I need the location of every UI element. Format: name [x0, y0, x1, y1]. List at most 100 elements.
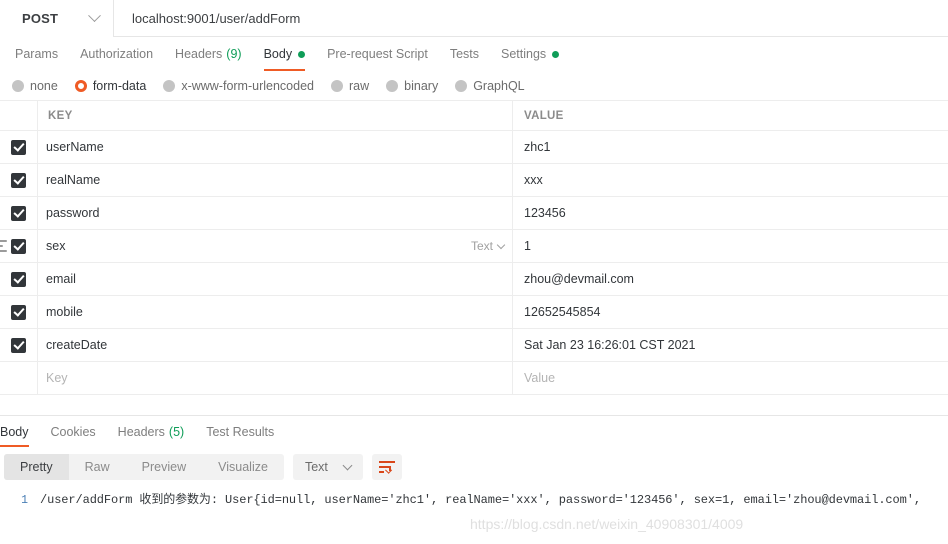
body-type-binary[interactable]: binary — [386, 79, 438, 93]
row-type-dropdown[interactable]: Text — [470, 239, 506, 253]
tab-body[interactable]: Body — [253, 37, 317, 71]
format-pretty-button[interactable]: Pretty — [4, 454, 69, 480]
table-row-hovered[interactable]: sex Text 1 — [0, 230, 948, 263]
checkbox-icon[interactable] — [11, 337, 26, 353]
row-key-text: mobile — [46, 305, 83, 319]
checkbox-icon[interactable] — [11, 304, 26, 320]
row-checkbox-cell[interactable] — [0, 197, 38, 229]
row-checkbox-cell[interactable] — [0, 131, 38, 163]
tab-headers[interactable]: Headers (9) — [164, 37, 253, 71]
body-type-graphql[interactable]: GraphQL — [455, 79, 525, 93]
postman-request-window: POST localhost:9001/user/addForm Params … — [0, 0, 948, 544]
row-value-input[interactable]: Sat Jan 23 16:26:01 CST 2021 — [513, 329, 948, 361]
row-key-input[interactable]: realName — [38, 164, 513, 196]
tab-params[interactable]: Params — [4, 37, 69, 71]
checkbox-icon[interactable] — [11, 271, 26, 287]
table-row[interactable]: userName zhc1 — [0, 131, 948, 164]
radio-icon — [163, 79, 176, 92]
tab-settings[interactable]: Settings — [490, 37, 570, 71]
checkbox-icon[interactable] — [11, 172, 26, 188]
body-type-none[interactable]: none — [12, 79, 58, 93]
row-key-text: createDate — [46, 338, 108, 352]
row-checkbox-cell — [0, 362, 38, 394]
url-bar: POST localhost:9001/user/addForm — [0, 0, 948, 37]
row-value-input[interactable]: 123456 — [513, 197, 948, 229]
tab-label: Headers — [175, 47, 223, 61]
table-header-row: KEY VALUE — [0, 101, 948, 131]
row-key-text: realName — [46, 173, 101, 187]
table-row[interactable]: createDate Sat Jan 23 16:26:01 CST 2021 — [0, 329, 948, 362]
new-row-key-input[interactable]: Key — [38, 362, 513, 394]
format-visualize-button[interactable]: Visualize — [202, 454, 284, 480]
row-value-input[interactable]: 1 — [513, 230, 948, 262]
body-type-x-www-form-urlencoded[interactable]: x-www-form-urlencoded — [163, 79, 314, 93]
chevron-down-icon — [496, 240, 506, 250]
checkbox-icon[interactable] — [11, 139, 26, 155]
format-raw-button[interactable]: Raw — [69, 454, 126, 480]
http-method-dropdown[interactable]: POST — [0, 0, 114, 37]
body-type-form-data[interactable]: form-data — [74, 79, 146, 93]
row-key-text: userName — [46, 140, 104, 154]
row-key-input[interactable]: password — [38, 197, 513, 229]
request-tab-bar: Params Authorization Headers (9) Body Pr… — [0, 37, 948, 71]
response-tab-body[interactable]: Body — [0, 416, 40, 447]
row-checkbox-cell[interactable] — [0, 164, 38, 196]
radio-icon — [331, 79, 343, 92]
row-checkbox-cell[interactable] — [0, 296, 38, 328]
tab-label: Settings — [501, 47, 547, 61]
tab-label: Body — [263, 47, 293, 61]
format-preview-button[interactable]: Preview — [126, 454, 202, 480]
table-row[interactable]: password 123456 — [0, 197, 948, 230]
radio-icon — [74, 79, 87, 92]
drag-handle-icon[interactable] — [0, 240, 8, 252]
row-checkbox-cell[interactable] — [0, 329, 38, 361]
pane-splitter[interactable] — [0, 395, 948, 416]
row-key-input[interactable]: email — [38, 263, 513, 295]
table-row[interactable]: mobile 12652545854 — [0, 296, 948, 329]
row-key-text: sex — [46, 239, 66, 253]
column-header-key: KEY — [38, 101, 513, 130]
radio-icon — [455, 79, 468, 92]
checkbox-icon[interactable] — [11, 238, 26, 254]
tab-label: Authorization — [80, 47, 154, 61]
word-wrap-button[interactable] — [371, 454, 402, 480]
response-body-text: /user/addForm 收到的参数为: User{id=null, user… — [40, 493, 921, 507]
checkbox-icon[interactable] — [11, 205, 26, 221]
tab-pre-request-script[interactable]: Pre-request Script — [316, 37, 439, 71]
row-key-text: email — [46, 272, 76, 286]
response-tab-test-results[interactable]: Test Results — [195, 416, 285, 447]
response-language-dropdown[interactable]: Text — [292, 454, 363, 480]
table-row[interactable]: realName xxx — [0, 164, 948, 197]
tab-label: Test Results — [206, 424, 275, 439]
row-type-label: Text — [470, 239, 493, 253]
tab-tests[interactable]: Tests — [439, 37, 490, 71]
row-key-input[interactable]: mobile — [38, 296, 513, 328]
code-line: 1 /user/addForm 收到的参数为: User{id=null, us… — [0, 487, 948, 510]
row-key-input[interactable]: sex Text — [38, 230, 513, 262]
table-row[interactable]: email zhou@devmail.com — [0, 263, 948, 296]
row-value-input[interactable]: 12652545854 — [513, 296, 948, 328]
row-value-input[interactable]: zhc1 — [513, 131, 948, 163]
row-value-input[interactable]: zhou@devmail.com — [513, 263, 948, 295]
url-input[interactable]: localhost:9001/user/addForm — [114, 0, 948, 37]
http-method-label: POST — [22, 10, 59, 26]
response-body-viewer[interactable]: 1 /user/addForm 收到的参数为: User{id=null, us… — [0, 487, 948, 531]
header-checkbox-cell — [0, 101, 38, 130]
new-row-value-input[interactable]: Value — [513, 362, 948, 394]
table-row-empty[interactable]: Key Value — [0, 362, 948, 395]
tab-label: Params — [15, 47, 59, 61]
tab-label: Tests — [449, 47, 479, 61]
tab-label: Pre-request Script — [327, 47, 428, 61]
row-key-input[interactable]: createDate — [38, 329, 513, 361]
word-wrap-icon — [378, 461, 395, 474]
tab-authorization[interactable]: Authorization — [69, 37, 164, 71]
response-tab-cookies[interactable]: Cookies — [40, 416, 107, 447]
radio-label: none — [30, 78, 58, 93]
body-type-raw[interactable]: raw — [331, 79, 369, 93]
row-value-input[interactable]: xxx — [513, 164, 948, 196]
row-key-input[interactable]: userName — [38, 131, 513, 163]
column-header-value: VALUE — [524, 109, 564, 122]
response-tab-headers[interactable]: Headers (5) — [107, 416, 196, 447]
row-checkbox-cell[interactable] — [0, 263, 38, 295]
radio-label: x-www-form-urlencoded — [181, 78, 314, 93]
